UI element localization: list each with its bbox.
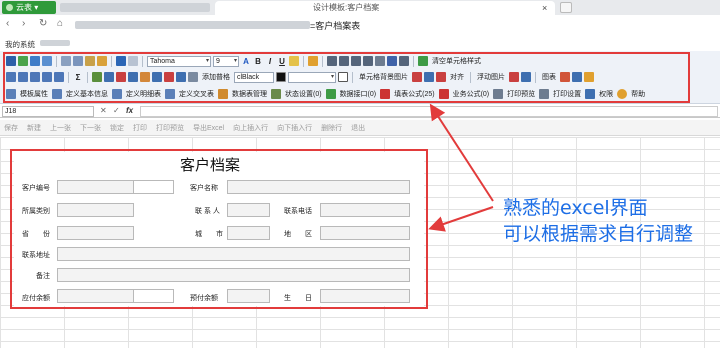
arrow-to-form bbox=[428, 206, 494, 232]
annotation-arrows bbox=[428, 103, 494, 232]
arrow-to-toolbar bbox=[429, 103, 494, 202]
annotation-line-1: 熟悉的excel界面 bbox=[503, 197, 648, 219]
annotation-line-2: 可以根据需求自行调整 bbox=[503, 223, 694, 245]
